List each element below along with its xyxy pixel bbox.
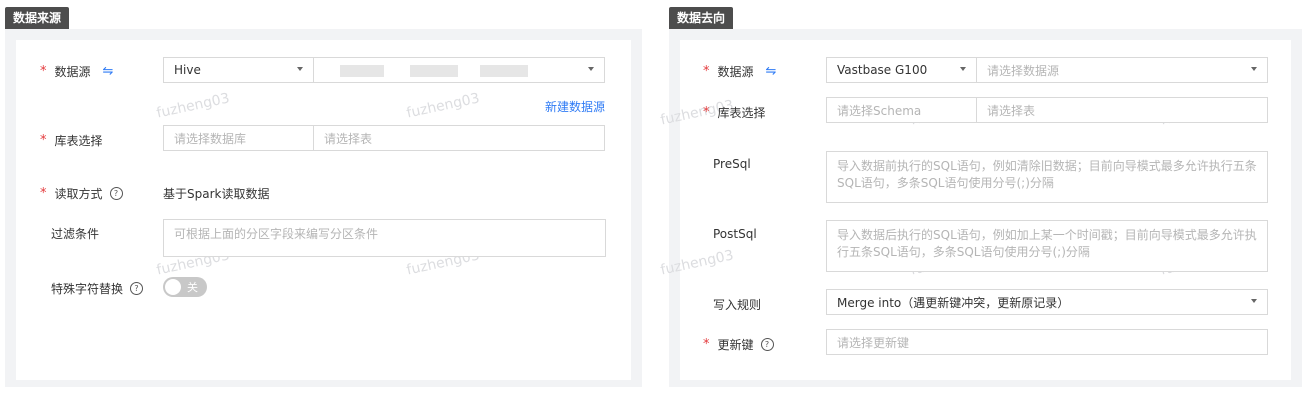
source-table-select[interactable]: 请选择表 — [313, 125, 605, 151]
required-mark: * — [703, 337, 710, 352]
source-type-value: Hive — [174, 63, 201, 77]
source-table-label: * 库表选择 — [40, 132, 103, 149]
write-rule-select[interactable]: Merge into（遇更新键冲突，更新原记录） — [826, 289, 1268, 315]
presql-label: PreSql — [713, 157, 751, 171]
target-datasource-placeholder: 请选择数据源 — [987, 63, 1060, 78]
target-panel-tag: 数据去向 — [669, 7, 734, 29]
watermark: fuzheng03 — [405, 90, 482, 122]
source-panel: 数据来源 fuzheng03 fuzheng03 fuzheng03 fuzhe… — [0, 0, 642, 397]
target-table-label: * 库表选择 — [703, 104, 766, 121]
source-datasource-label: * 数据源 ⇋ — [40, 63, 113, 80]
source-datasource-select[interactable] — [313, 57, 605, 83]
target-datasource-label: * 数据源 ⇋ — [703, 63, 776, 80]
presql-textarea[interactable]: 导入数据前执行的SQL语句，例如清除旧数据；目前向导模式最多允许执行五条SQL语… — [826, 151, 1268, 203]
chevron-down-icon — [1251, 299, 1257, 303]
required-mark: * — [40, 133, 47, 148]
filter-label: 过滤条件 — [51, 227, 100, 241]
target-table-select[interactable]: 请选择表 — [976, 97, 1268, 123]
source-datasource-label-text: 数据源 — [54, 65, 91, 79]
new-datasource-link[interactable]: 新建数据源 — [545, 98, 605, 115]
target-table-label-text: 库表选择 — [717, 106, 766, 120]
required-mark: * — [40, 64, 47, 79]
toggle-text: 关 — [187, 281, 198, 294]
chevron-down-icon — [1251, 67, 1257, 71]
update-key-label: * 更新键 ? — [703, 336, 774, 353]
source-panel-tag: 数据来源 — [5, 7, 70, 29]
redacted-block — [480, 65, 528, 77]
read-mode-label-text: 读取方式 — [54, 187, 103, 201]
filter-textarea[interactable]: 可根据上面的分区字段来编写分区条件 — [163, 219, 606, 257]
update-key-select[interactable]: 请选择更新键 — [826, 329, 1268, 355]
source-card: fuzheng03 fuzheng03 fuzheng03 fuzheng03 … — [16, 40, 631, 380]
update-key-label-text: 更新键 — [717, 338, 754, 352]
watermark: fuzheng03 — [659, 247, 736, 279]
swap-icon[interactable]: ⇋ — [103, 64, 114, 79]
help-icon[interactable]: ? — [130, 282, 144, 295]
source-type-select[interactable]: Hive — [163, 57, 314, 83]
target-panel-body: fuzheng03 fuzheng03 fuzheng03 fuzheng03 … — [659, 29, 1302, 387]
source-table-label-text: 库表选择 — [54, 134, 103, 148]
write-rule-value: Merge into（遇更新键冲突，更新原记录） — [837, 295, 1070, 310]
redacted-block — [340, 65, 384, 77]
source-db-select[interactable]: 请选择数据库 — [163, 125, 314, 151]
special-char-label-text: 特殊字符替换 — [51, 282, 124, 296]
target-type-select[interactable]: Vastbase G100 — [826, 57, 977, 83]
toggle-knob — [165, 279, 181, 295]
special-char-label: 特殊字符替换 ? — [51, 280, 144, 297]
swap-icon[interactable]: ⇋ — [766, 64, 777, 79]
write-rule-label: 写入规则 — [713, 298, 762, 312]
watermark: fuzheng03 — [155, 90, 232, 122]
read-mode-value: 基于Spark读取数据 — [163, 187, 270, 201]
special-char-toggle[interactable]: 关 — [163, 277, 207, 297]
required-mark: * — [40, 186, 47, 201]
postsql-textarea[interactable]: 导入数据后执行的SQL语句，例如加上某一个时间戳；目前向导模式最多允许执行五条S… — [826, 220, 1268, 272]
chevron-down-icon — [960, 67, 966, 71]
source-panel-body: fuzheng03 fuzheng03 fuzheng03 fuzheng03 … — [5, 29, 642, 387]
target-panel: 数据去向 fuzheng03 fuzheng03 fuzheng03 fuzhe… — [659, 0, 1302, 397]
chevron-down-icon — [297, 67, 303, 71]
help-icon[interactable]: ? — [760, 338, 774, 351]
target-datasource-label-text: 数据源 — [717, 65, 754, 79]
target-schema-select[interactable]: 请选择Schema — [826, 97, 977, 123]
required-mark: * — [703, 64, 710, 79]
postsql-label: PostSql — [713, 227, 757, 241]
help-icon[interactable]: ? — [109, 187, 123, 200]
required-mark: * — [703, 105, 710, 120]
chevron-down-icon — [588, 67, 594, 71]
target-type-value: Vastbase G100 — [837, 63, 928, 77]
redacted-block — [410, 65, 458, 77]
target-datasource-select[interactable]: 请选择数据源 — [976, 57, 1268, 83]
target-card: fuzheng03 fuzheng03 fuzheng03 fuzheng03 … — [659, 40, 1291, 380]
read-mode-label: * 读取方式 ? — [40, 185, 123, 202]
